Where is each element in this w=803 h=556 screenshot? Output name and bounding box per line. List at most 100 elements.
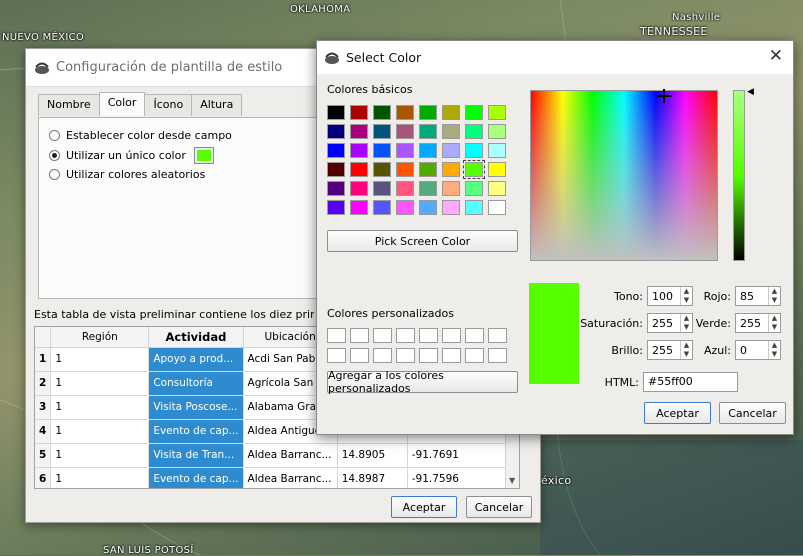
basic-color-swatch[interactable] <box>442 162 460 177</box>
spin-arrows-icon[interactable]: ▲ ▼ <box>768 314 780 332</box>
basic-color-swatch[interactable] <box>465 200 483 215</box>
custom-color-swatch[interactable] <box>396 328 415 343</box>
table-row[interactable]: 5 1 Visita de Tran... Aldea Barranc... 14.89… <box>35 443 508 468</box>
table-cell[interactable]: Evento de cap... <box>148 419 244 444</box>
basic-color-swatch[interactable] <box>465 143 483 158</box>
table-cell[interactable]: Visita de Tran... <box>148 443 244 468</box>
spin-arrows-icon[interactable]: ▲ ▼ <box>680 287 692 305</box>
table-cell[interactable]: 1 <box>50 395 150 420</box>
basic-color-swatch[interactable] <box>396 124 414 139</box>
saturacion-spinbox[interactable]: 255 ▲ ▼ <box>647 313 693 333</box>
basic-color-swatch[interactable] <box>488 105 506 120</box>
basic-color-swatch[interactable] <box>350 124 368 139</box>
radio-random-colors[interactable] <box>49 169 60 180</box>
verde-spinbox[interactable]: 255 ▲ ▼ <box>735 313 781 333</box>
table-cell[interactable]: 1 <box>50 443 150 468</box>
table-cell[interactable]: Aldea Barranc... <box>243 467 338 488</box>
basic-color-swatch[interactable] <box>350 181 368 196</box>
luminance-slider[interactable] <box>733 90 745 261</box>
table-cell[interactable]: -91.7596 <box>407 467 508 488</box>
table-cell[interactable]: Consultoría <box>148 371 244 396</box>
header-actividad[interactable]: Actividad <box>148 327 244 348</box>
basic-color-swatch[interactable] <box>465 105 483 120</box>
custom-color-swatch[interactable] <box>373 328 392 343</box>
option-single-color[interactable]: Utilizar un único color <box>49 147 214 164</box>
scroll-down-arrow-icon[interactable]: ▼ <box>509 476 515 485</box>
basic-color-swatch[interactable] <box>442 200 460 215</box>
basic-color-swatch[interactable] <box>327 181 345 196</box>
basic-color-swatch[interactable] <box>373 200 391 215</box>
html-color-input[interactable]: #55ff00 <box>643 372 738 392</box>
basic-color-swatch[interactable] <box>373 181 391 196</box>
tab-altura[interactable]: Altura <box>191 94 243 116</box>
close-icon[interactable]: ✕ <box>769 46 783 66</box>
brillo-spinbox[interactable]: 255 ▲ ▼ <box>647 340 693 360</box>
custom-color-swatch[interactable] <box>488 328 507 343</box>
basic-color-swatch[interactable] <box>350 200 368 215</box>
custom-color-swatch[interactable] <box>465 348 484 363</box>
basic-color-swatch[interactable] <box>419 162 437 177</box>
basic-color-swatch[interactable] <box>327 162 345 177</box>
tono-spinbox[interactable]: 100 ▲ ▼ <box>647 286 693 306</box>
table-cell[interactable]: 14.8987 <box>337 467 408 488</box>
color-dialog-titlebar[interactable]: Select Color ✕ <box>317 41 793 74</box>
custom-color-swatch[interactable] <box>350 328 369 343</box>
option-random-colors[interactable]: Utilizar colores aleatorios <box>49 168 205 181</box>
azul-spinbox[interactable]: 0 ▲ ▼ <box>735 340 781 360</box>
option-color-from-field[interactable]: Establecer color desde campo <box>49 129 232 142</box>
basic-color-swatch[interactable] <box>488 200 506 215</box>
basic-color-swatch[interactable] <box>465 124 483 139</box>
basic-color-swatch[interactable] <box>465 181 483 196</box>
custom-color-swatch[interactable] <box>442 328 461 343</box>
basic-color-swatch[interactable] <box>373 105 391 120</box>
table-cell[interactable]: Visita Poscose... <box>148 395 244 420</box>
basic-color-swatch[interactable] <box>419 124 437 139</box>
basic-color-swatch[interactable] <box>327 105 345 120</box>
custom-color-swatch[interactable] <box>419 328 438 343</box>
radio-single-color[interactable] <box>49 150 60 161</box>
basic-color-swatch[interactable] <box>327 200 345 215</box>
basic-color-swatch[interactable] <box>419 143 437 158</box>
basic-color-swatch[interactable] <box>373 143 391 158</box>
basic-color-swatch[interactable] <box>442 124 460 139</box>
luminance-pointer-icon[interactable]: ◀ <box>747 87 754 97</box>
custom-color-swatch[interactable] <box>488 348 507 363</box>
style-accept-button[interactable]: Aceptar <box>391 496 457 518</box>
table-cell[interactable]: 1 <box>50 371 150 396</box>
table-cell[interactable]: Evento de cap... <box>148 467 244 488</box>
table-cell[interactable]: 1 <box>50 347 150 372</box>
basic-color-swatch[interactable] <box>350 162 368 177</box>
color-cancel-button[interactable]: Cancelar <box>719 402 786 424</box>
spin-arrows-icon[interactable]: ▲ ▼ <box>768 341 780 359</box>
basic-color-swatch[interactable] <box>373 124 391 139</box>
custom-color-swatch[interactable] <box>419 348 438 363</box>
table-cell[interactable]: Aldea Barranc... <box>243 443 338 468</box>
tab-icono[interactable]: Ícono <box>144 94 193 116</box>
table-cell[interactable]: 1 <box>50 419 150 444</box>
style-cancel-button[interactable]: Cancelar <box>466 496 532 518</box>
basic-color-swatch[interactable] <box>350 105 368 120</box>
basic-color-swatch[interactable] <box>419 105 437 120</box>
basic-color-swatch[interactable] <box>488 124 506 139</box>
custom-color-swatch[interactable] <box>373 348 392 363</box>
hue-saturation-picker[interactable] <box>530 89 718 261</box>
basic-color-swatch[interactable] <box>488 143 506 158</box>
color-accept-button[interactable]: Aceptar <box>644 402 711 424</box>
basic-color-swatch[interactable] <box>396 162 414 177</box>
basic-color-swatch[interactable] <box>419 200 437 215</box>
basic-color-swatch[interactable] <box>373 162 391 177</box>
spin-arrows-icon[interactable]: ▲ ▼ <box>768 287 780 305</box>
basic-color-swatch[interactable] <box>396 105 414 120</box>
basic-color-swatch[interactable] <box>419 181 437 196</box>
basic-color-swatch[interactable] <box>442 143 460 158</box>
pick-screen-color-button[interactable]: Pick Screen Color <box>327 230 518 252</box>
basic-color-swatch[interactable] <box>396 200 414 215</box>
spin-arrows-icon[interactable]: ▲ ▼ <box>680 341 692 359</box>
custom-color-swatch[interactable] <box>396 348 415 363</box>
header-region[interactable]: Región <box>50 327 150 348</box>
tab-nombre[interactable]: Nombre <box>38 94 100 116</box>
basic-color-swatch[interactable] <box>463 160 485 179</box>
rojo-spinbox[interactable]: 85 ▲ ▼ <box>735 286 781 306</box>
basic-color-swatch[interactable] <box>442 105 460 120</box>
table-cell[interactable]: 1 <box>50 467 150 488</box>
